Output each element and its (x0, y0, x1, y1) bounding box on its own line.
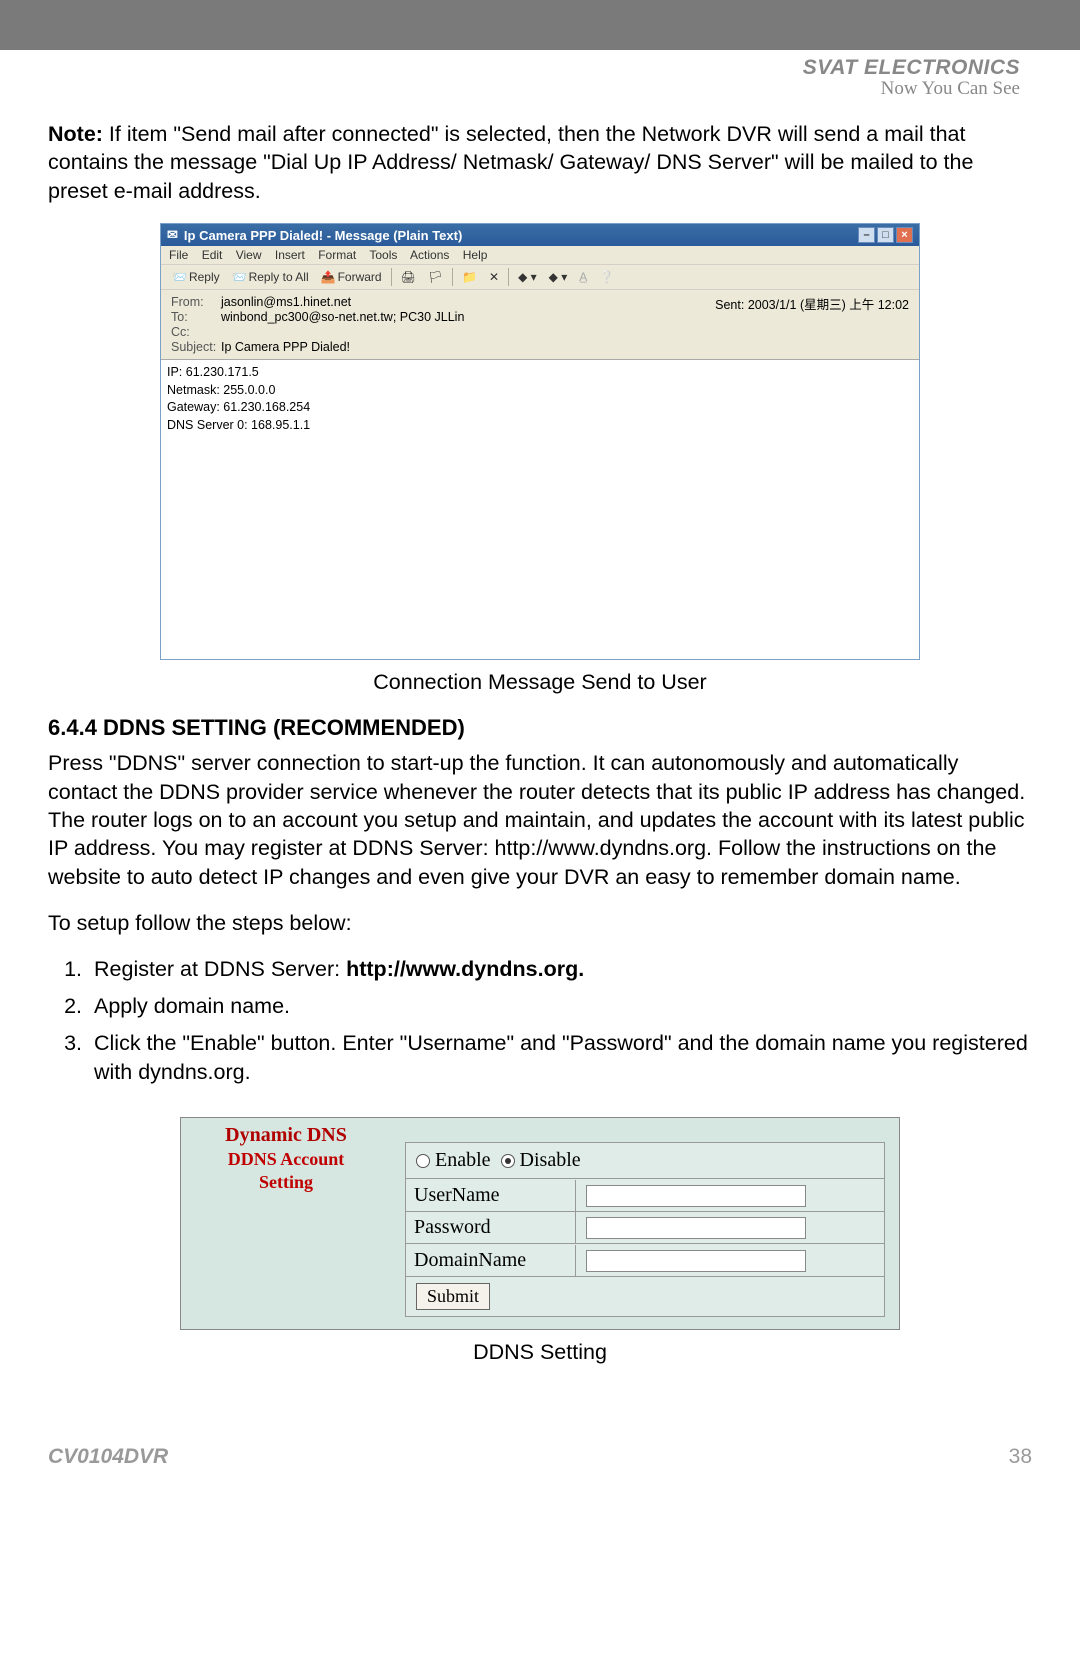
note-paragraph: Note: If item "Send mail after connected… (48, 120, 1032, 205)
top-grey-bar (0, 0, 1080, 50)
enable-disable-row: Enable Disable (405, 1142, 885, 1179)
password-label: Password (406, 1212, 576, 1243)
email-body: IP: 61.230.171.5 Netmask: 255.0.0.0 Gate… (161, 359, 919, 659)
section-heading: 6.4.4 DDNS SETTING (RECOMMENDED) (48, 715, 1032, 741)
password-row: Password (405, 1212, 885, 1245)
brand-name: SVAT ELECTRONICS (0, 56, 1020, 80)
reply-button[interactable]: 📨Reply (169, 270, 223, 284)
prev-icon[interactable]: ◆ ▾ (515, 270, 540, 284)
domainname-input[interactable] (586, 1250, 806, 1272)
footer-page: 38 (1009, 1445, 1032, 1469)
menu-format[interactable]: Format (318, 248, 356, 262)
caption-ddns: DDNS Setting (48, 1340, 1032, 1365)
list-item: Click the "Enable" button. Enter "Userna… (88, 1029, 1032, 1087)
enable-radio[interactable] (416, 1154, 430, 1168)
steps-intro: To setup follow the steps below: (48, 909, 1032, 937)
note-text: If item "Send mail after connected" is s… (48, 122, 973, 203)
email-window: ✉ Ip Camera PPP Dialed! - Message (Plain… (160, 223, 920, 660)
ddns-h2b: Setting (181, 1172, 391, 1193)
caption-connection-msg: Connection Message Send to User (48, 670, 1032, 695)
body-line: IP: 61.230.171.5 (167, 364, 913, 382)
brand-header: SVAT ELECTRONICS Now You Can See (0, 50, 1080, 100)
menu-insert[interactable]: Insert (275, 248, 305, 262)
from-value: jasonlin@ms1.hinet.net (221, 295, 351, 309)
to-label: To: (171, 310, 221, 324)
body-line: Gateway: 61.230.168.254 (167, 399, 913, 417)
enable-label: Enable (435, 1149, 491, 1172)
brand-tagline: Now You Can See (0, 78, 1020, 100)
replyall-button[interactable]: 📨Reply to All (229, 270, 312, 284)
email-menubar: File Edit View Insert Format Tools Actio… (161, 246, 919, 265)
menu-tools[interactable]: Tools (369, 248, 397, 262)
note-label: Note: (48, 122, 103, 146)
submit-row: Submit (405, 1277, 885, 1317)
steps-list: Register at DDNS Server: http://www.dynd… (54, 955, 1032, 1087)
font-icon[interactable]: A̲ (576, 270, 590, 284)
delete-icon[interactable]: ✕ (486, 270, 502, 284)
list-item: Register at DDNS Server: http://www.dynd… (88, 955, 1032, 984)
mail-icon: ✉ (167, 227, 178, 243)
email-toolbar: 📨Reply 📨Reply to All 📤Forward 🖨 🏳 📁 ✕ ◆ … (161, 265, 919, 290)
username-row: UserName (405, 1179, 885, 1212)
password-input[interactable] (586, 1217, 806, 1239)
ddns-panel: Dynamic DNS DDNS Account Setting Enable … (180, 1117, 900, 1330)
menu-edit[interactable]: Edit (202, 248, 223, 262)
cc-label: Cc: (171, 325, 221, 339)
username-label: UserName (406, 1180, 576, 1211)
ddns-paragraph: Press "DDNS" server connection to start-… (48, 749, 1032, 891)
help-icon[interactable]: ❔ (596, 270, 617, 284)
menu-view[interactable]: View (236, 248, 262, 262)
close-icon[interactable]: × (896, 227, 913, 243)
ddns-form: Enable Disable UserName Password DomainN… (391, 1118, 899, 1329)
disable-label: Disable (520, 1149, 581, 1172)
body-line: DNS Server 0: 168.95.1.1 (167, 417, 913, 435)
email-headers: From:jasonlin@ms1.hinet.net To:winbond_p… (161, 290, 919, 359)
subject-value: Ip Camera PPP Dialed! (221, 340, 350, 354)
username-input[interactable] (586, 1185, 806, 1207)
email-titlebar: ✉ Ip Camera PPP Dialed! - Message (Plain… (161, 224, 919, 246)
to-value: winbond_pc300@so-net.net.tw; PC30 JLLin (221, 310, 464, 324)
page-footer: CV0104DVR 38 (0, 1415, 1080, 1489)
ddns-h2a: DDNS Account (181, 1149, 391, 1170)
submit-button[interactable]: Submit (416, 1283, 490, 1310)
minimize-icon[interactable]: – (858, 227, 875, 243)
ddns-h1: Dynamic DNS (181, 1124, 391, 1147)
domainname-row: DomainName (405, 1244, 885, 1277)
domainname-label: DomainName (406, 1245, 576, 1276)
subject-label: Subject: (171, 340, 221, 354)
flag-icon[interactable]: 🏳 (425, 270, 446, 284)
menu-file[interactable]: File (169, 248, 188, 262)
menu-help[interactable]: Help (463, 248, 488, 262)
list-item: Apply domain name. (88, 992, 1032, 1021)
email-title: Ip Camera PPP Dialed! - Message (Plain T… (184, 228, 462, 243)
print-icon[interactable]: 🖨 (398, 270, 419, 284)
body-line: Netmask: 255.0.0.0 (167, 382, 913, 400)
disable-radio[interactable] (501, 1154, 515, 1168)
ddns-sidebar: Dynamic DNS DDNS Account Setting (181, 1118, 391, 1329)
menu-actions[interactable]: Actions (410, 248, 449, 262)
forward-button[interactable]: 📤Forward (318, 270, 385, 284)
maximize-icon[interactable]: □ (877, 227, 894, 243)
next-icon[interactable]: ◆ ▾ (546, 270, 571, 284)
sent-line: Sent: 2003/1/1 (星期三) 上午 12:02 (715, 294, 909, 355)
footer-model: CV0104DVR (48, 1445, 168, 1469)
move-icon[interactable]: 📁 (459, 270, 480, 284)
from-label: From: (171, 295, 221, 309)
